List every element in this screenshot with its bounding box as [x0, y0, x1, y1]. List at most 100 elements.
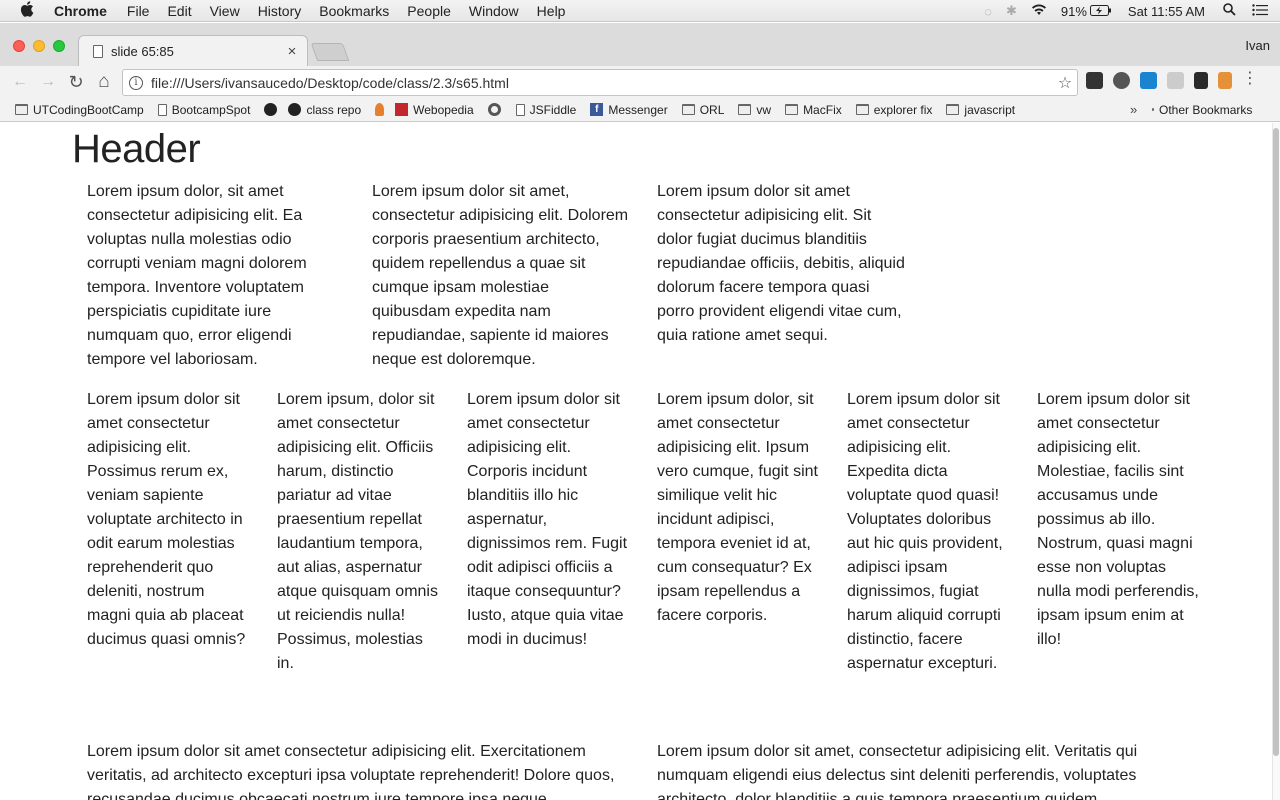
bookmarks-bar: UTCodingBootCamp BootcampSpot class repo…: [0, 98, 1280, 122]
folder-icon: [15, 104, 28, 115]
profile-button[interactable]: Ivan: [1245, 38, 1270, 53]
webopedia-icon: [395, 103, 409, 116]
forward-button[interactable]: →: [34, 73, 62, 91]
page-viewport: Header Lorem ipsum dolor, sit amet conse…: [0, 123, 1272, 800]
film-extension-icon[interactable]: [1086, 72, 1103, 89]
reload-button[interactable]: ↻: [62, 72, 90, 93]
bookmark-label: javascript: [964, 102, 1016, 117]
wifi-icon[interactable]: [1031, 4, 1047, 19]
target-icon: [487, 103, 501, 116]
eyedropper-extension-icon[interactable]: [1194, 72, 1208, 89]
bookmark-jsfiddle[interactable]: JSFiddle: [515, 102, 577, 117]
bookmark-label: JSFiddle: [529, 102, 577, 117]
browser-toolbar: ← → ↻ ⌂ i file:///Users/ivansaucedo/Desk…: [0, 66, 1280, 98]
menu-people[interactable]: People: [407, 3, 451, 19]
menu-view[interactable]: View: [210, 3, 240, 19]
bookmark-vw[interactable]: vw: [738, 103, 771, 117]
row2-col6-text: Lorem ipsum dolor sit amet consectetur a…: [1037, 391, 1199, 648]
home-button[interactable]: ⌂: [90, 71, 118, 93]
address-bar[interactable]: i file:///Users/ivansaucedo/Desktop/code…: [122, 69, 1078, 96]
bookmark-target[interactable]: [487, 103, 506, 116]
menu-app-chrome[interactable]: Chrome: [54, 3, 107, 19]
bookmark-label: Other Bookmarks: [1159, 102, 1253, 117]
page-icon: [157, 103, 167, 116]
row3-col2-text: Lorem ipsum dolor sit amet, consectetur …: [657, 743, 1138, 800]
menu-history[interactable]: History: [258, 3, 302, 19]
tab-strip: slide 65:85 × Ivan: [0, 23, 1280, 66]
row2-col5-text: Lorem ipsum dolor sit amet consectetur a…: [847, 391, 1003, 672]
hammer-extension-icon[interactable]: [1218, 72, 1232, 89]
menu-help[interactable]: Help: [537, 3, 566, 19]
row1-col3-text: Lorem ipsum dolor sit amet consectetur a…: [657, 183, 905, 344]
row2-col1-text: Lorem ipsum dolor sit amet consectetur a…: [87, 391, 246, 648]
bookmark-label: vw: [756, 102, 772, 117]
notification-center-icon[interactable]: [1252, 3, 1268, 19]
vertical-scrollbar-thumb[interactable]: [1273, 128, 1279, 756]
bookmark-label: BootcampSpot: [171, 102, 251, 117]
spotlight-search-icon[interactable]: [1223, 3, 1236, 19]
chrome-menu-icon[interactable]: ⋮: [1242, 71, 1258, 89]
window-close-button[interactable]: [13, 40, 25, 52]
tab-title: slide 65:85: [111, 43, 174, 59]
stackoverflow-icon: [375, 103, 385, 116]
sync-status-icon[interactable]: ◌: [984, 4, 992, 19]
bookmark-orl[interactable]: ORL: [681, 102, 725, 117]
bookmark-bootcampspot[interactable]: BootcampSpot: [157, 102, 251, 117]
tab-close-icon[interactable]: ×: [283, 43, 301, 60]
bookmark-javascript[interactable]: javascript: [946, 103, 1015, 117]
folder-icon: [738, 104, 752, 115]
apple-menu-icon[interactable]: [20, 0, 40, 21]
bluetooth-icon[interactable]: ✱: [1006, 3, 1017, 19]
skype-extension-icon[interactable]: [1140, 72, 1157, 89]
row2-col2-text: Lorem ipsum, dolor sit amet consectetur …: [277, 391, 438, 672]
row1-col2-text: Lorem ipsum dolor sit amet, consectetur …: [372, 183, 629, 368]
address-bar-url[interactable]: file:///Users/ivansaucedo/Desktop/code/c…: [151, 75, 1053, 91]
folder-icon: [785, 104, 799, 115]
page-icon: [515, 103, 525, 116]
macos-menu-bar: Chrome File Edit View History Bookmarks …: [0, 0, 1280, 22]
row2-col4-text: Lorem ipsum dolor, sit amet consectetur …: [657, 391, 818, 624]
site-info-icon[interactable]: i: [129, 75, 143, 90]
bookmarks-overflow-button[interactable]: »: [1130, 102, 1137, 117]
document-icon: [93, 44, 103, 58]
window-zoom-button[interactable]: [53, 40, 65, 52]
comment-extension-icon[interactable]: [1167, 72, 1184, 89]
bookmark-label: Messenger: [608, 102, 668, 117]
window-minimize-button[interactable]: [33, 40, 45, 52]
extensions-area: ⋮: [1086, 71, 1258, 89]
bookmark-label: ORL: [699, 102, 725, 117]
battery-percent[interactable]: 91%: [1061, 4, 1087, 19]
headphones-extension-icon[interactable]: [1113, 72, 1130, 89]
bookmark-label: MacFix: [803, 102, 842, 117]
other-bookmarks-folder[interactable]: Other Bookmarks: [1152, 103, 1252, 117]
back-button[interactable]: ←: [6, 73, 34, 91]
bookmark-macfix[interactable]: MacFix: [785, 103, 842, 117]
bookmark-label: explorer fix: [873, 102, 933, 117]
bookmark-star-icon[interactable]: ☆: [1053, 73, 1077, 93]
facebook-icon: f: [590, 103, 604, 116]
row3-col1-text: Lorem ipsum dolor sit amet consectetur a…: [87, 743, 615, 800]
bookmark-label: UTCodingBootCamp: [33, 102, 144, 117]
folder-icon: [681, 104, 695, 115]
github-icon: [264, 103, 278, 116]
new-tab-button[interactable]: [310, 43, 350, 61]
bookmark-label: class repo: [306, 102, 362, 117]
menu-bookmarks[interactable]: Bookmarks: [319, 3, 389, 19]
clock[interactable]: Sat 11:55 AM: [1128, 4, 1205, 19]
bookmark-webopedia[interactable]: Webopedia: [395, 103, 474, 117]
menubar-status-area: ◌ ✱ 91% Sat 11:55 AM: [970, 0, 1268, 22]
bookmark-stackoverflow[interactable]: [375, 103, 389, 116]
bookmark-class-repo[interactable]: class repo: [288, 103, 361, 117]
menu-edit[interactable]: Edit: [167, 3, 191, 19]
bookmark-utcodingbootcamp[interactable]: UTCodingBootCamp: [15, 103, 144, 117]
battery-charging-icon[interactable]: [1089, 4, 1112, 19]
tab-active[interactable]: slide 65:85 ×: [78, 35, 308, 66]
menu-file[interactable]: File: [127, 3, 150, 19]
bookmark-github[interactable]: [264, 103, 282, 116]
row1-col1-text: Lorem ipsum dolor, sit amet consectetur …: [87, 183, 307, 368]
bookmark-messenger[interactable]: f Messenger: [590, 102, 668, 117]
folder-icon: [946, 104, 960, 115]
folder-icon: [855, 104, 869, 115]
bookmark-explorer-fix[interactable]: explorer fix: [855, 102, 933, 117]
menu-window[interactable]: Window: [469, 3, 519, 19]
